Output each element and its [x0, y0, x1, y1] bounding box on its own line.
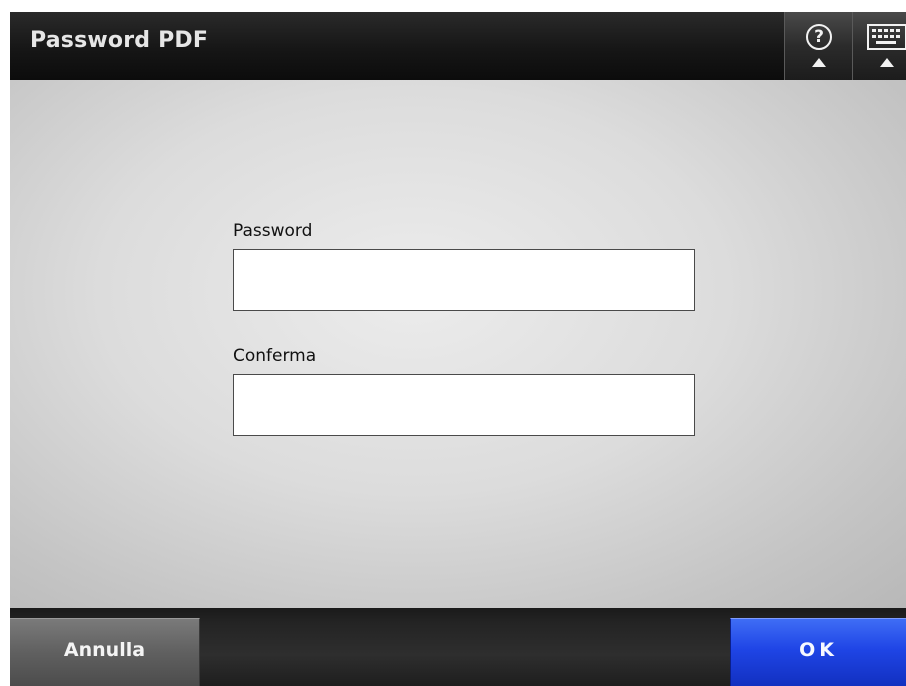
page-title: Password PDF: [30, 28, 209, 53]
ok-button[interactable]: OK: [730, 618, 906, 686]
help-button[interactable]: ?: [784, 12, 852, 80]
cancel-button[interactable]: Annulla: [10, 618, 200, 686]
question-circle-icon: ?: [806, 24, 832, 50]
keyboard-icon: [867, 24, 906, 50]
password-label: Password: [233, 221, 313, 241]
password-input[interactable]: [233, 249, 695, 311]
form-area: Password Conferma: [10, 80, 906, 608]
triangle-up-icon: [812, 58, 826, 67]
bottom-bar: Annulla OK: [10, 608, 906, 686]
title-bar: Password PDF ?: [10, 12, 906, 80]
confirm-password-input[interactable]: [233, 374, 695, 436]
confirm-label: Conferma: [233, 346, 317, 366]
keyboard-button[interactable]: [852, 12, 906, 80]
dialog-screen: Password PDF ? Password Conferma Annulla…: [10, 12, 906, 686]
triangle-up-icon: [880, 58, 894, 67]
